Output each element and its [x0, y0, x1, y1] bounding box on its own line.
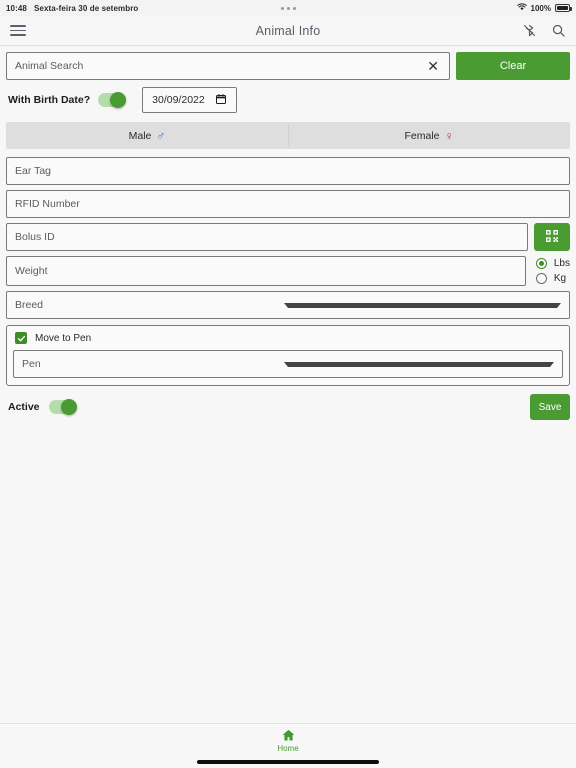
nav-item-home-label: Home — [277, 744, 299, 753]
app-bar-actions — [522, 23, 566, 38]
male-symbol-icon: ♂ — [156, 128, 166, 143]
home-icon — [281, 728, 296, 743]
animal-search-row: ✕ Clear — [6, 52, 570, 80]
pen-select-value: Pen — [22, 358, 41, 370]
active-label: Active — [8, 401, 40, 413]
weight-units-group: Lbs Kg — [534, 258, 570, 284]
weight-field[interactable] — [6, 256, 526, 286]
status-bar-left: 10:48 Sexta-feira 30 de setembro — [6, 4, 138, 13]
birth-date-value: 30/09/2022 — [152, 94, 205, 106]
gender-tabs: Male ♂ Female ♀ — [6, 122, 570, 149]
with-birth-date-row: With Birth Date? 30/09/2022 — [6, 87, 570, 113]
weight-unit-kg[interactable]: Kg — [535, 273, 570, 284]
bolus-id-input[interactable] — [15, 231, 519, 243]
wifi-icon — [516, 3, 527, 13]
breed-select[interactable]: Breed — [6, 291, 570, 319]
weight-unit-lbs[interactable]: Lbs — [535, 258, 570, 269]
pen-select[interactable]: Pen — [13, 350, 563, 378]
tab-male[interactable]: Male ♂ — [6, 122, 288, 149]
weight-unit-kg-label: Kg — [553, 273, 567, 284]
tab-female[interactable]: Female ♀ — [288, 122, 570, 149]
radio-kg-icon[interactable] — [535, 273, 547, 284]
active-toggle[interactable] — [48, 399, 77, 415]
ear-tag-input[interactable] — [15, 165, 561, 177]
rfid-number-input[interactable] — [15, 198, 561, 210]
female-symbol-icon: ♀ — [444, 128, 454, 143]
move-to-pen-checkbox[interactable] — [15, 332, 27, 344]
breed-select-value: Breed — [15, 299, 44, 311]
chevron-down-icon[interactable] — [284, 361, 554, 367]
status-bar-date: Sexta-feira 30 de setembro — [33, 3, 139, 13]
weight-row: Lbs Kg — [6, 256, 570, 286]
check-icon — [17, 334, 26, 343]
birth-date-picker[interactable]: 30/09/2022 — [142, 87, 237, 113]
move-to-pen-label: Move to Pen — [35, 332, 92, 344]
page-title: Animal Info — [255, 23, 321, 38]
with-birth-date-toggle[interactable] — [98, 92, 127, 108]
app-bar: Animal Info — [0, 16, 576, 46]
bolus-id-row — [6, 223, 570, 251]
scan-bolus-button[interactable] — [534, 223, 570, 251]
battery-full-icon — [555, 4, 572, 12]
tab-female-label: Female — [404, 129, 440, 142]
calendar-icon[interactable] — [215, 93, 227, 108]
nav-item-home[interactable]: Home — [277, 728, 299, 753]
active-row: Active Save — [6, 394, 570, 420]
weight-input[interactable] — [15, 265, 517, 277]
move-to-pen-row[interactable]: Move to Pen — [13, 332, 563, 344]
recording-dots-icon — [280, 6, 296, 10]
save-button[interactable]: Save — [530, 394, 570, 420]
hamburger-menu-icon[interactable] — [10, 25, 26, 36]
battery-percent-label: 100% — [530, 3, 551, 13]
close-x-icon[interactable]: ✕ — [425, 59, 441, 73]
weight-unit-lbs-label: Lbs — [553, 258, 570, 269]
rfid-number-field[interactable] — [6, 190, 570, 218]
search-icon[interactable] — [551, 23, 566, 38]
tab-male-label: Male — [128, 129, 152, 142]
home-indicator — [197, 760, 379, 764]
ear-tag-field[interactable] — [6, 157, 570, 185]
chevron-down-icon[interactable] — [284, 302, 561, 308]
main-content: ✕ Clear With Birth Date? 30/09/2022 Male… — [0, 46, 576, 420]
with-birth-date-label: With Birth Date? — [8, 94, 91, 106]
animal-search-box[interactable]: ✕ — [6, 52, 450, 80]
search-input[interactable] — [15, 60, 426, 72]
status-bar-right: 100% — [516, 3, 572, 13]
move-to-pen-group: Move to Pen Pen — [6, 325, 570, 386]
radio-lbs-icon[interactable] — [535, 258, 547, 269]
status-bar-time: 10:48 — [6, 3, 27, 13]
bottom-navigation: Home — [0, 723, 576, 768]
bluetooth-disabled-icon[interactable] — [522, 23, 537, 38]
qr-code-icon — [544, 228, 560, 247]
status-bar: 10:48 Sexta-feira 30 de setembro 100% — [0, 0, 576, 16]
clear-button[interactable]: Clear — [456, 52, 570, 80]
bolus-id-field[interactable] — [6, 223, 528, 251]
